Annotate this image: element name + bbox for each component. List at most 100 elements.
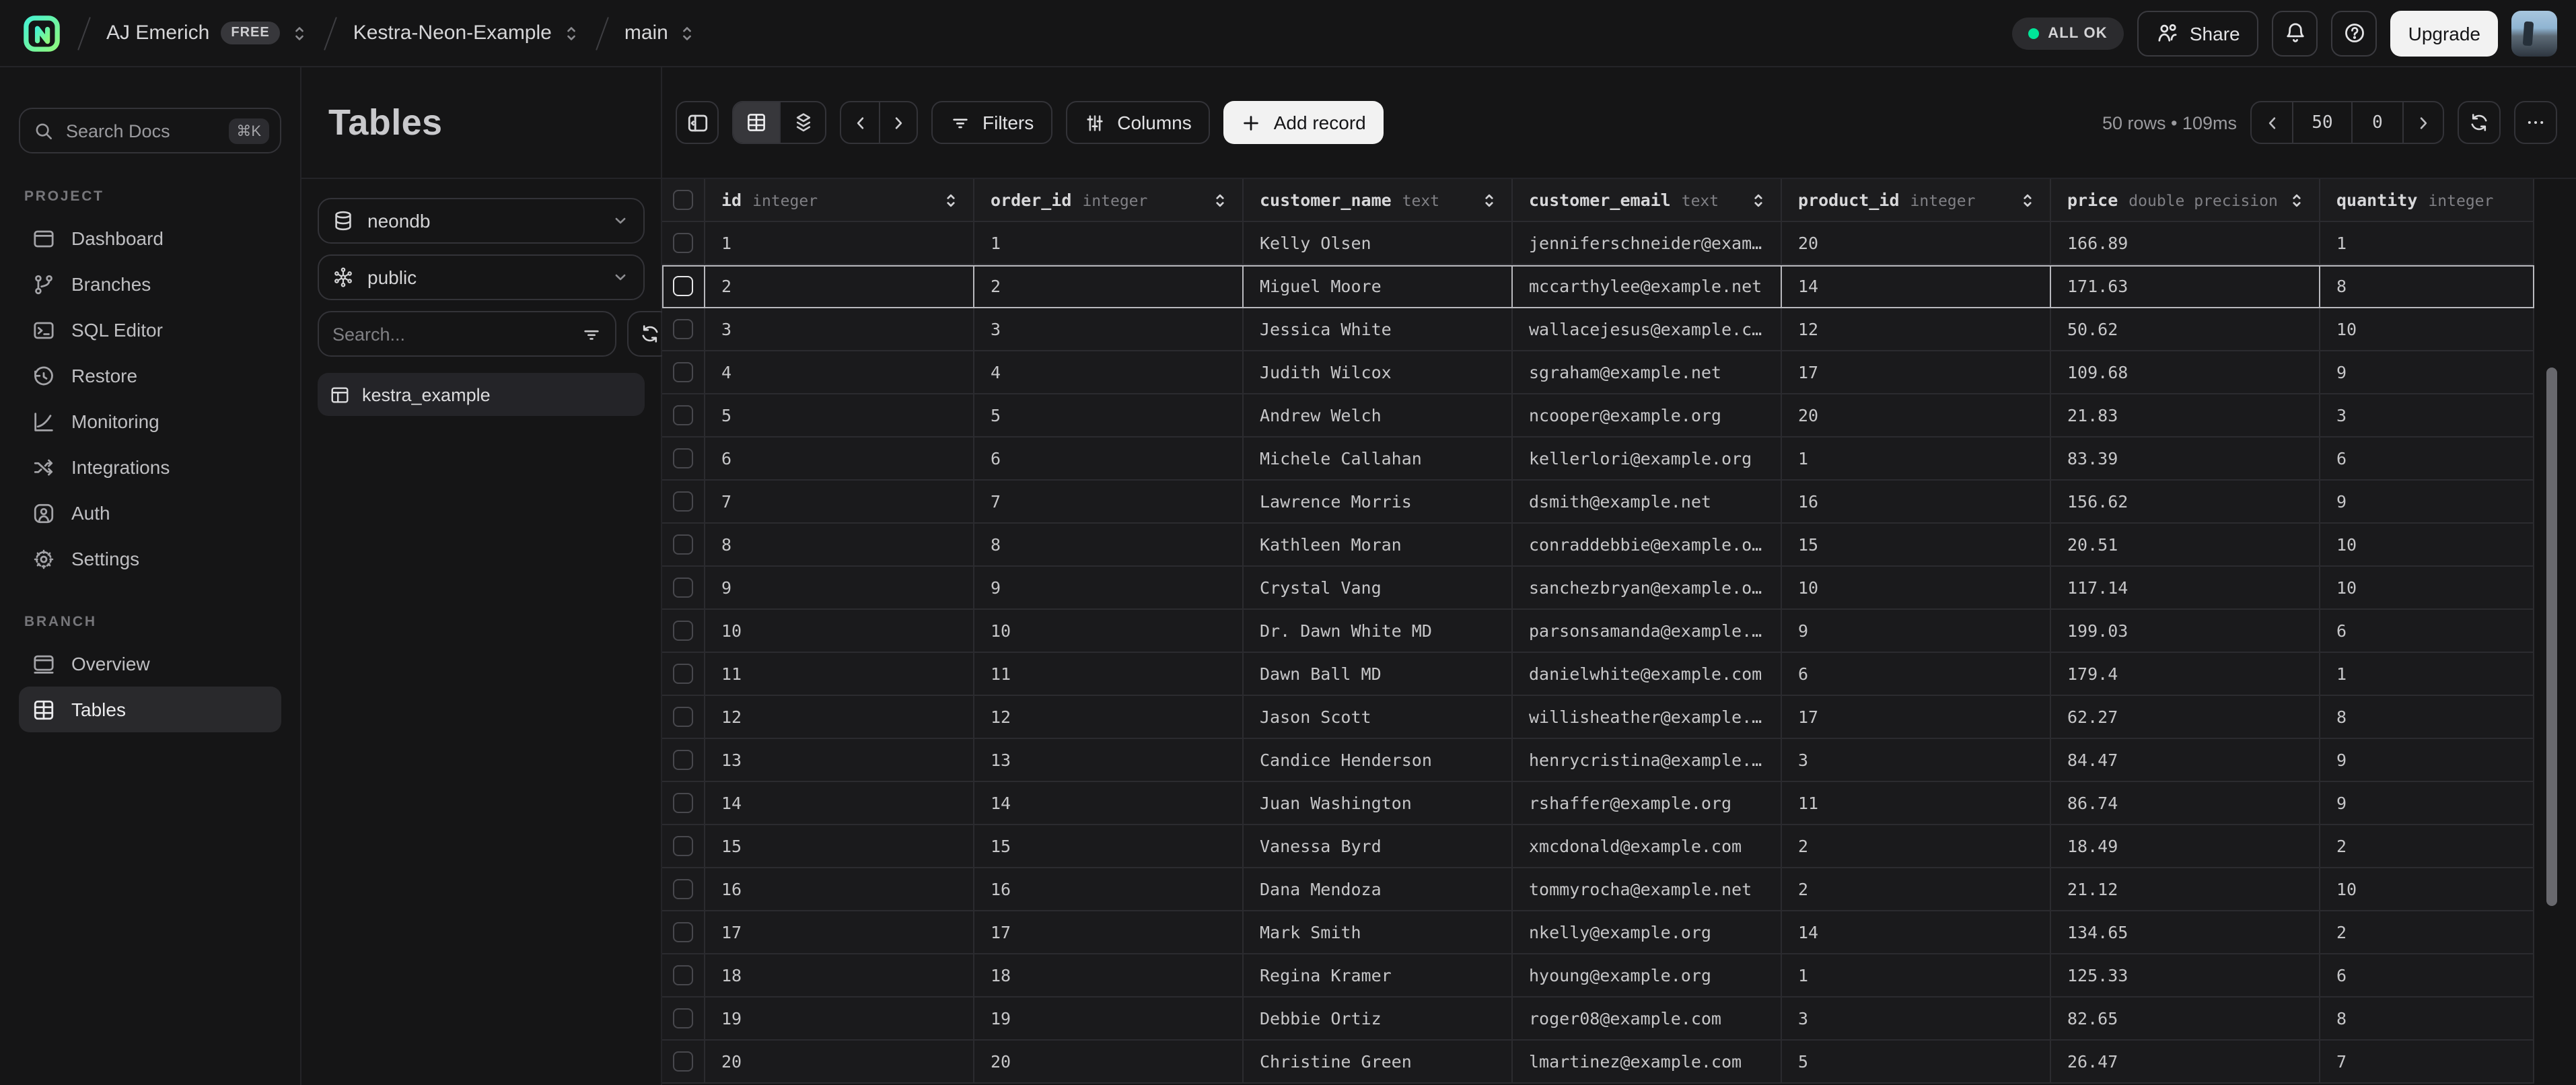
- cell-product_id[interactable]: 12: [1782, 308, 2051, 351]
- cell-price[interactable]: 134.65: [2051, 911, 2320, 954]
- cell-customer_name[interactable]: Judith Wilcox: [1244, 351, 1513, 394]
- sidebar-item-auth[interactable]: Auth: [19, 490, 281, 536]
- cell-id[interactable]: 15: [705, 825, 974, 868]
- sidebar-item-integrations[interactable]: Integrations: [19, 444, 281, 490]
- cell-price[interactable]: 86.74: [2051, 782, 2320, 825]
- cell-customer_name[interactable]: Michele Callahan: [1244, 438, 1513, 481]
- cell-id[interactable]: 10: [705, 610, 974, 653]
- row-checkbox[interactable]: [673, 319, 693, 339]
- row-checkbox[interactable]: [673, 578, 693, 598]
- cell-customer_name[interactable]: Christine Green: [1244, 1041, 1513, 1084]
- cell-customer_email[interactable]: parsonsamanda@example.…: [1513, 610, 1782, 653]
- sidebar-item-settings[interactable]: Settings: [19, 536, 281, 582]
- cell-order_id[interactable]: 4: [974, 351, 1244, 394]
- status-badge[interactable]: ALL OK: [2011, 17, 2124, 49]
- cell-quantity[interactable]: 9: [2320, 481, 2534, 524]
- page-size-value[interactable]: 50: [2292, 102, 2351, 143]
- table-search-input[interactable]: [332, 324, 571, 344]
- cell-id[interactable]: 18: [705, 954, 974, 998]
- share-button[interactable]: Share: [2137, 10, 2259, 56]
- cell-quantity[interactable]: 10: [2320, 868, 2534, 911]
- row-checkbox[interactable]: [673, 534, 693, 555]
- table-search[interactable]: [318, 311, 616, 357]
- cell-product_id[interactable]: 6: [1782, 653, 2051, 696]
- sort-updown-icon[interactable]: [1480, 190, 1498, 209]
- select-all-checkbox[interactable]: [673, 190, 693, 210]
- cell-quantity[interactable]: 10: [2320, 524, 2534, 567]
- cell-customer_name[interactable]: Lawrence Morris: [1244, 481, 1513, 524]
- filter-lines-icon[interactable]: [581, 324, 602, 344]
- page-next-button[interactable]: [2402, 102, 2443, 143]
- cell-product_id[interactable]: 2: [1782, 825, 2051, 868]
- sidebar-item-tables[interactable]: Tables: [19, 687, 281, 732]
- column-header-quantity[interactable]: quantityinteger: [2320, 179, 2534, 222]
- cell-product_id[interactable]: 17: [1782, 696, 2051, 739]
- table-row[interactable]: 1616Dana Mendozatommyrocha@example.net22…: [662, 868, 2534, 911]
- cell-customer_name[interactable]: Jason Scott: [1244, 696, 1513, 739]
- cell-id[interactable]: 17: [705, 911, 974, 954]
- refresh-grid-button[interactable]: [2458, 101, 2501, 144]
- cell-product_id[interactable]: 5: [1782, 1041, 2051, 1084]
- cell-id[interactable]: 2: [705, 265, 974, 308]
- cell-customer_name[interactable]: Debbie Ortiz: [1244, 998, 1513, 1041]
- cell-quantity[interactable]: 9: [2320, 739, 2534, 782]
- cell-customer_name[interactable]: Juan Washington: [1244, 782, 1513, 825]
- row-checkbox[interactable]: [673, 922, 693, 942]
- cell-price[interactable]: 179.4: [2051, 653, 2320, 696]
- cell-product_id[interactable]: 16: [1782, 481, 2051, 524]
- cell-customer_email[interactable]: danielwhite@example.com: [1513, 653, 1782, 696]
- cell-price[interactable]: 21.12: [2051, 868, 2320, 911]
- cell-customer_email[interactable]: jenniferschneider@exam…: [1513, 222, 1782, 265]
- cell-quantity[interactable]: 8: [2320, 696, 2534, 739]
- row-checkbox[interactable]: [673, 276, 693, 296]
- cell-customer_email[interactable]: lmartinez@example.com: [1513, 1041, 1782, 1084]
- sort-updown-icon[interactable]: [2019, 190, 2036, 209]
- cell-price[interactable]: 171.63: [2051, 265, 2320, 308]
- cell-product_id[interactable]: 17: [1782, 351, 2051, 394]
- row-checkbox[interactable]: [673, 707, 693, 727]
- cell-order_id[interactable]: 11: [974, 653, 1244, 696]
- row-checkbox[interactable]: [673, 750, 693, 770]
- cell-customer_email[interactable]: nkelly@example.org: [1513, 911, 1782, 954]
- cell-order_id[interactable]: 7: [974, 481, 1244, 524]
- cell-order_id[interactable]: 18: [974, 954, 1244, 998]
- page-prev-button[interactable]: [2252, 102, 2292, 143]
- cell-quantity[interactable]: 9: [2320, 782, 2534, 825]
- breadcrumb-branch[interactable]: main: [624, 22, 696, 44]
- cell-quantity[interactable]: 1: [2320, 653, 2534, 696]
- grid-view-button[interactable]: [734, 102, 779, 143]
- table-row[interactable]: 99Crystal Vangsanchezbryan@example.o…101…: [662, 567, 2534, 610]
- cell-customer_email[interactable]: conraddebbie@example.o…: [1513, 524, 1782, 567]
- cell-order_id[interactable]: 5: [974, 394, 1244, 438]
- cell-order_id[interactable]: 19: [974, 998, 1244, 1041]
- column-header-order_id[interactable]: order_idinteger: [974, 179, 1244, 222]
- cell-customer_email[interactable]: hyoung@example.org: [1513, 954, 1782, 998]
- cell-order_id[interactable]: 12: [974, 696, 1244, 739]
- cell-price[interactable]: 125.33: [2051, 954, 2320, 998]
- cell-order_id[interactable]: 9: [974, 567, 1244, 610]
- table-row[interactable]: 1717Mark Smithnkelly@example.org14134.65…: [662, 911, 2534, 954]
- cell-product_id[interactable]: 2: [1782, 868, 2051, 911]
- columns-button[interactable]: Columns: [1066, 101, 1211, 144]
- cell-customer_name[interactable]: Vanessa Byrd: [1244, 825, 1513, 868]
- collapse-panel-button[interactable]: [676, 101, 719, 144]
- table-row[interactable]: 1818Regina Kramerhyoung@example.org1125.…: [662, 954, 2534, 998]
- cell-customer_email[interactable]: dsmith@example.net: [1513, 481, 1782, 524]
- column-header-customer_name[interactable]: customer_nametext: [1244, 179, 1513, 222]
- cell-price[interactable]: 166.89: [2051, 222, 2320, 265]
- filters-button[interactable]: Filters: [931, 101, 1052, 144]
- cell-price[interactable]: 84.47: [2051, 739, 2320, 782]
- sort-updown-icon[interactable]: [1211, 190, 1229, 209]
- breadcrumb-project[interactable]: Kestra-Neon-Example: [353, 22, 580, 44]
- cell-product_id[interactable]: 14: [1782, 911, 2051, 954]
- cell-price[interactable]: 62.27: [2051, 696, 2320, 739]
- cell-customer_email[interactable]: ncooper@example.org: [1513, 394, 1782, 438]
- row-checkbox[interactable]: [673, 405, 693, 425]
- cell-product_id[interactable]: 9: [1782, 610, 2051, 653]
- cell-id[interactable]: 11: [705, 653, 974, 696]
- cell-quantity[interactable]: 8: [2320, 265, 2534, 308]
- page-offset-value[interactable]: 0: [2351, 102, 2402, 143]
- table-row[interactable]: 1515Vanessa Byrdxmcdonald@example.com218…: [662, 825, 2534, 868]
- cell-product_id[interactable]: 14: [1782, 265, 2051, 308]
- cell-quantity[interactable]: 7: [2320, 1041, 2534, 1084]
